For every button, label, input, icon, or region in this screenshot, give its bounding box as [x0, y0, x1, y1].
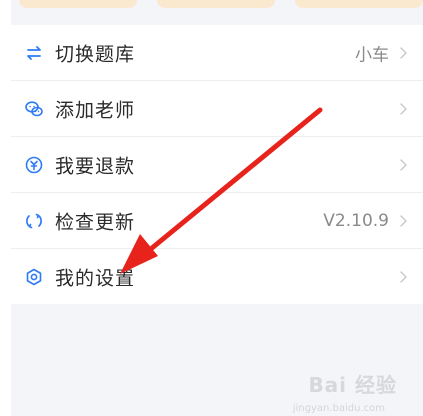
top-card-3[interactable]	[295, 0, 423, 8]
menu-item-my-settings[interactable]: 我的设置	[11, 249, 423, 304]
chevron-right-icon	[397, 213, 409, 229]
chevron-right-icon	[397, 269, 409, 285]
menu-item-switch-bank[interactable]: 切换题库 小车	[11, 25, 423, 81]
top-card-1[interactable]	[19, 0, 137, 8]
refresh-icon	[23, 210, 45, 232]
menu-item-add-teacher[interactable]: 添加老师	[11, 81, 423, 137]
settings-menu: 切换题库 小车 添加老师 我要退款 检查更新 V2.10.9 我的设置	[11, 25, 423, 304]
top-cards-strip	[11, 0, 423, 12]
switch-icon	[23, 42, 45, 64]
menu-item-label: 我的设置	[55, 267, 136, 289]
watermark-logo: Bai 经验	[308, 373, 397, 397]
menu-item-label: 检查更新	[55, 211, 136, 233]
chevron-right-icon	[397, 157, 409, 173]
refund-icon	[23, 154, 45, 176]
menu-item-value: V2.10.9	[323, 210, 389, 231]
wechat-icon	[23, 98, 45, 120]
menu-item-label: 切换题库	[55, 43, 136, 65]
menu-item-label: 我要退款	[55, 155, 136, 177]
chevron-right-icon	[397, 45, 409, 61]
chevron-right-icon	[397, 101, 409, 117]
menu-item-check-update[interactable]: 检查更新 V2.10.9	[11, 193, 423, 249]
settings-page: 切换题库 小车 添加老师 我要退款 检查更新 V2.10.9 我的设置	[11, 0, 423, 416]
menu-item-label: 添加老师	[55, 99, 136, 121]
menu-item-refund[interactable]: 我要退款	[11, 137, 423, 193]
menu-item-value: 小车	[355, 45, 389, 65]
watermark-url: jingyan.baidu.com	[292, 403, 385, 414]
gear-icon	[23, 266, 45, 288]
top-card-2[interactable]	[157, 0, 275, 8]
